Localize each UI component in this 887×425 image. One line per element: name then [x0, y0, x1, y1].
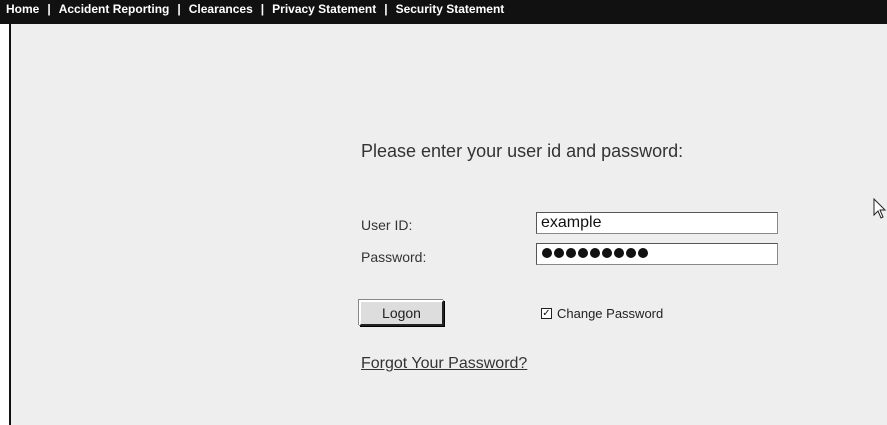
nav-link-clearances[interactable]: Clearances [189, 3, 253, 16]
change-password-option[interactable]: ✓ Change Password [541, 306, 663, 321]
login-prompt: Please enter your user id and password: [361, 141, 684, 161]
change-password-label: Change Password [557, 306, 664, 321]
nav-link-home[interactable]: Home [6, 3, 39, 16]
forgot-password-link[interactable]: Forgot Your Password? [361, 355, 527, 373]
password-input[interactable] [536, 243, 778, 265]
nav-separator: | [384, 2, 388, 16]
user-id-label: User ID: [361, 217, 413, 233]
logon-button[interactable]: Logon [359, 300, 444, 326]
nav-link-privacy-statement[interactable]: Privacy Statement [272, 3, 376, 16]
nav-link-security-statement[interactable]: Security Statement [396, 3, 505, 16]
password-label: Password: [361, 249, 427, 265]
nav-link-accident-reporting[interactable]: Accident Reporting [59, 3, 170, 16]
change-password-checkbox[interactable]: ✓ [541, 308, 552, 319]
nav-separator: | [47, 2, 51, 16]
top-navigation-bar: Home | Accident Reporting | Clearances |… [0, 0, 887, 24]
user-id-input[interactable] [536, 212, 778, 234]
mouse-pointer-icon [873, 198, 887, 219]
nav-separator: | [177, 2, 181, 16]
login-panel: Please enter your user id and password: … [9, 24, 887, 425]
nav-separator: | [260, 2, 265, 16]
